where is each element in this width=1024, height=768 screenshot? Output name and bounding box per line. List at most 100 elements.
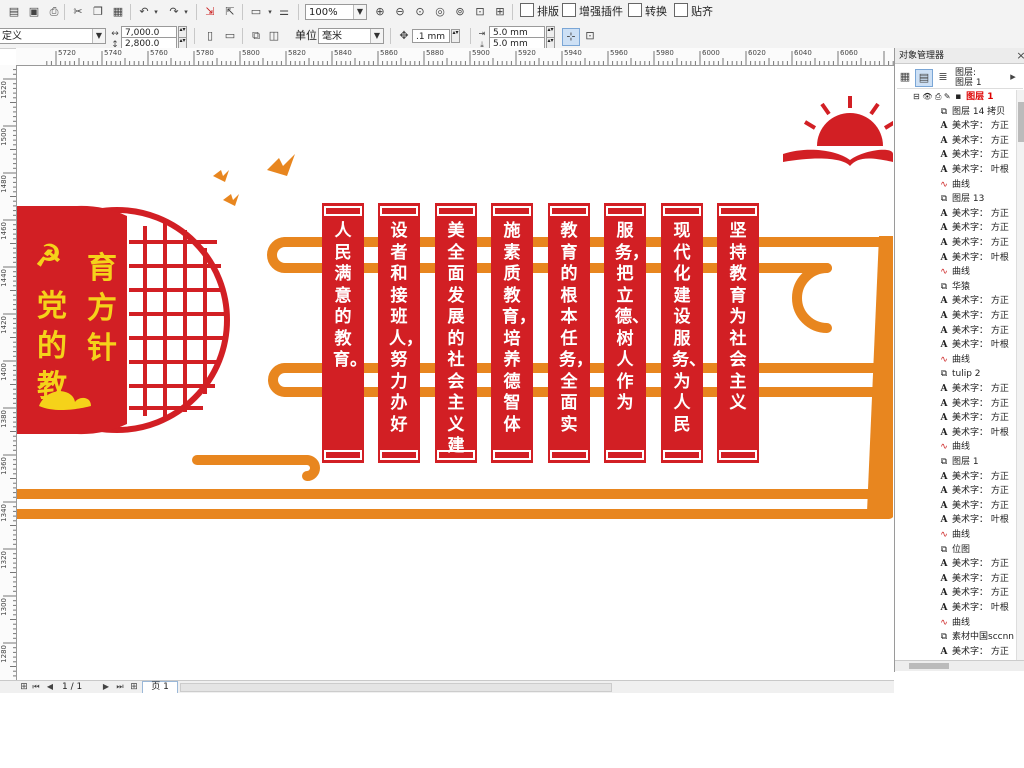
import-icon[interactable]: ⇲ xyxy=(202,4,218,20)
menu-paiban[interactable]: 排版 xyxy=(518,3,561,21)
tree-item[interactable]: ⧉ 位图 xyxy=(939,543,970,557)
tree-item[interactable]: A 美术字： 叶根 xyxy=(939,601,1009,615)
tree-item-label: 美术字： 叶根 xyxy=(952,427,1009,438)
portrait-icon[interactable]: ▯ xyxy=(202,28,218,44)
tree-item-label: 美术字： 叶根 xyxy=(952,340,1009,351)
tree-item[interactable]: A 美术字： 方正 xyxy=(939,586,1009,600)
top-rail-left-curl xyxy=(267,237,290,273)
tree-item[interactable]: ∿ 曲线 xyxy=(939,528,970,542)
options-icon[interactable]: ⚌ xyxy=(276,4,292,20)
tree-item[interactable]: ⊟ 👁 ⎙ ✎ ▪ 图层 1 xyxy=(913,90,994,104)
tree-item[interactable]: A 美术字： 方正 xyxy=(939,119,1009,133)
tree-item[interactable]: ∿ 曲线 xyxy=(939,440,970,454)
tree-item[interactable]: A 美术字： 方正 xyxy=(939,324,1009,338)
tree-item[interactable]: A 美术字： 方正 xyxy=(939,294,1009,308)
object-tree: ⊟ 👁 ⎙ ✎ ▪ 图层 1 ⧉ 图层 14 拷贝 A 美术字： 方正 A 美术字： 方正 A 美… xyxy=(895,90,1024,660)
zoom-out-icon[interactable]: ⊖ xyxy=(392,4,408,20)
docker-menu-icon[interactable]: ▸ xyxy=(1005,69,1021,85)
tree-item[interactable]: A 美术字： 方正 xyxy=(939,397,1009,411)
text-icon: A xyxy=(940,384,948,394)
menu-convert[interactable]: 转换 xyxy=(626,3,669,21)
print-icon[interactable]: ⎙ xyxy=(46,4,62,20)
tree-item[interactable]: A 美术字： 方正 xyxy=(939,309,1009,323)
tree-item[interactable]: A 美术字： 方正 xyxy=(939,572,1009,586)
tree-item[interactable]: A 美术字： 方正 xyxy=(939,470,1009,484)
zoom-page-icon[interactable]: ⊚ xyxy=(452,4,468,20)
layer-toggle-icons[interactable]: ⊟ 👁 ⎙ ✎ xyxy=(913,92,953,101)
copy-icon[interactable]: ❐ xyxy=(90,4,106,20)
chevron-down-icon[interactable]: ▼ xyxy=(370,29,383,43)
save-icon[interactable]: ▣ xyxy=(26,4,42,20)
tree-item[interactable]: ⧉ 华猿 xyxy=(939,280,970,294)
tree-item[interactable]: ⧉ 图层 1 xyxy=(939,455,979,469)
scrollbar-thumb[interactable] xyxy=(1018,102,1024,142)
zoom-all-icon[interactable]: ◎ xyxy=(432,4,448,20)
zoom-selected-icon[interactable]: ⊙ xyxy=(412,4,428,20)
menu-snap-label: 贴齐 xyxy=(691,5,713,18)
paste-icon[interactable]: ▦ xyxy=(110,4,126,20)
tree-item[interactable]: A 美术字： 方正 xyxy=(939,382,1009,396)
undo-dropdown-icon[interactable]: ▾ xyxy=(148,4,164,20)
tree-item[interactable]: A 美术字： 叶根 xyxy=(939,251,1009,265)
tree-item[interactable]: ∿ 曲线 xyxy=(939,178,970,192)
tree-item[interactable]: ∿ 曲线 xyxy=(939,353,970,367)
menu-plugin-label: 增强插件 xyxy=(579,5,623,18)
drawing-canvas[interactable]: ☭ 党的教育方针 坚持教育为社会主义 现代化建设服务、为人民 服务，把立德、树人作为… xyxy=(17,66,893,678)
zoom-in-icon[interactable]: ⊕ xyxy=(372,4,388,20)
unit-combo[interactable]: 毫米 ▼ xyxy=(318,28,384,44)
nudge-spinner[interactable]: ▴▾ xyxy=(451,29,460,43)
redo-dropdown-icon[interactable]: ▾ xyxy=(178,4,194,20)
treat-as-filled-icon[interactable]: ⊡ xyxy=(582,28,598,44)
export-icon[interactable]: ⇱ xyxy=(222,4,238,20)
tree-item[interactable]: A 美术字： 方正 xyxy=(939,484,1009,498)
menu-snap[interactable]: 贴齐 xyxy=(672,3,715,21)
tree-item[interactable]: A 美术字： 方正 xyxy=(939,207,1009,221)
show-properties-icon[interactable]: ▦ xyxy=(897,69,913,85)
edit-across-layers-icon[interactable]: ▤ xyxy=(915,69,933,87)
tree-item[interactable]: A 美术字： 方正 xyxy=(939,134,1009,148)
page-preset-combo[interactable]: 定义 ▼ xyxy=(0,28,106,44)
tree-item[interactable]: A 美术字： 方正 xyxy=(939,148,1009,162)
zoom-width-icon[interactable]: ⊡ xyxy=(472,4,488,20)
tree-item[interactable]: A 美术字： 方正 xyxy=(939,236,1009,250)
tree-item[interactable]: A 美术字： 方正 xyxy=(939,221,1009,235)
open-file-icon[interactable]: ▤ xyxy=(6,4,22,20)
zoom-level-combo[interactable]: 100% ▼ xyxy=(305,4,367,20)
slogan-banner: 美全面发展的社会主义建 xyxy=(435,203,477,463)
tree-item[interactable]: A 美术字： 叶根 xyxy=(939,513,1009,527)
canvas-horizontal-scrollbar[interactable] xyxy=(180,683,612,692)
chevron-down-icon[interactable]: ▼ xyxy=(92,29,105,43)
tree-item[interactable]: ⧉ 素材中国sccnn xyxy=(939,630,1014,644)
docker-horizontal-scrollbar[interactable] xyxy=(895,660,1024,671)
horizontal-ruler[interactable]: 5720 5740 5760 5780 5800 5820 5840 5860 5880 5900… xyxy=(16,48,894,66)
tree-item[interactable]: ⧉ tulip 2 xyxy=(939,367,981,381)
banner-bottom-ornament xyxy=(380,450,418,460)
tree-item[interactable]: A 美术字： 方正 xyxy=(939,499,1009,513)
vertical-ruler[interactable]: 1520 1500 1480 1460 1440 1420 1400 1380 1360 1340… xyxy=(0,65,17,680)
dynamic-guides-icon[interactable]: ⊹ xyxy=(562,28,580,46)
all-pages-icon[interactable]: ⧉ xyxy=(248,28,264,44)
chevron-down-icon[interactable]: ▼ xyxy=(353,5,366,19)
menu-plugin[interactable]: 增强插件 xyxy=(560,3,625,21)
zoom-level-value: 100% xyxy=(309,7,338,18)
tree-item[interactable]: A 美术字： 方正 xyxy=(939,557,1009,571)
tree-item[interactable]: ∿ 曲线 xyxy=(939,265,970,279)
tree-item[interactable]: ⧉ 图层 13 xyxy=(939,192,985,206)
zoom-height-icon[interactable]: ⊞ xyxy=(492,4,508,20)
close-icon[interactable]: × xyxy=(1013,48,1024,64)
tree-item[interactable]: A 美术字： 叶根 xyxy=(939,163,1009,177)
cut-icon[interactable]: ✂ xyxy=(70,4,86,20)
tree-item[interactable]: A 美术字： 叶根 xyxy=(939,426,1009,440)
tree-item[interactable]: A 美术字： 方正 xyxy=(939,411,1009,425)
tree-item[interactable]: ⧉ 图层 14 拷贝 xyxy=(939,105,1005,119)
landscape-icon[interactable]: ▭ xyxy=(222,28,238,44)
scrollbar-thumb[interactable] xyxy=(909,663,949,669)
current-page-icon[interactable]: ◫ xyxy=(266,28,282,44)
tree-item[interactable]: A 美术字： 方正 xyxy=(939,645,1009,659)
tree-item[interactable]: ∿ 曲线 xyxy=(939,616,970,630)
docker-vertical-scrollbar[interactable] xyxy=(1016,90,1024,660)
tree-item[interactable]: A 美术字： 叶根 xyxy=(939,338,1009,352)
text-icon: A xyxy=(940,398,948,409)
nudge-field[interactable]: .1 mm xyxy=(412,29,450,43)
layer-manager-view-icon[interactable]: ≣ xyxy=(935,69,951,85)
